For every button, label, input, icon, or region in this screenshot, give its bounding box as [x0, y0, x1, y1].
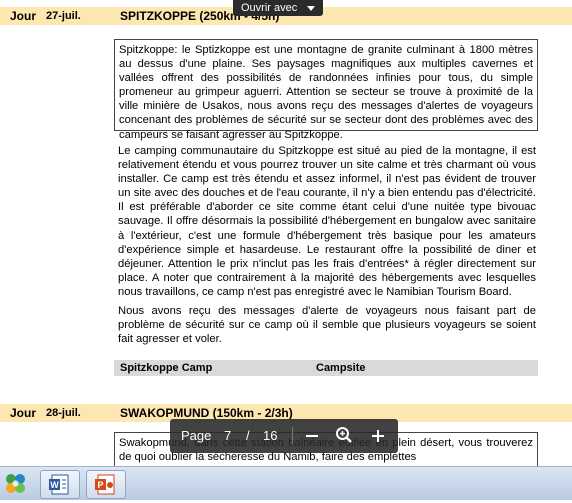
day-label: Jour	[10, 9, 37, 23]
warning-text: Spitzkoppe: le Sptizkoppe est une montag…	[119, 44, 533, 141]
open-with-label: Ouvrir avec	[241, 2, 298, 14]
camp-name: Spitzkoppe Camp	[120, 362, 213, 374]
security-note: Nous avons reçu des messages d'alerte de…	[118, 305, 536, 346]
windows-live-icon[interactable]	[0, 469, 32, 498]
svg-text:P: P	[97, 480, 103, 490]
day-date: 27-juil.	[46, 10, 81, 22]
divider	[292, 427, 293, 445]
zoom-out-icon[interactable]	[304, 428, 320, 444]
open-with-button[interactable]: Ouvrir avec	[233, 0, 323, 16]
taskbar: W P	[0, 466, 572, 500]
day-date: 28-juil.	[46, 407, 81, 419]
day-label: Jour	[10, 406, 37, 420]
document-viewer[interactable]: Jour 27-juil. SPITZKOPPE (250km - 4/5h) …	[0, 0, 572, 466]
camp-type: Campsite	[316, 362, 366, 374]
camp-description: Le camping communautaire du Spitzkoppe e…	[118, 145, 536, 298]
word-icon: W	[49, 474, 69, 495]
chevron-down-icon	[307, 6, 315, 11]
total-pages: 16	[263, 428, 278, 443]
word-taskbar-button[interactable]: W	[40, 470, 80, 499]
svg-text:W: W	[50, 480, 59, 490]
zoom-icon[interactable]	[335, 426, 353, 444]
zoom-in-icon[interactable]	[370, 428, 386, 444]
current-page-input[interactable]: 7	[224, 428, 231, 444]
powerpoint-icon: P	[95, 474, 115, 495]
page-navigation-bar: Page 7 / 16	[170, 419, 398, 453]
accommodation-row: Spitzkoppe Camp Campsite	[114, 360, 538, 376]
warning-box: Spitzkoppe: le Sptizkoppe est une montag…	[114, 39, 538, 141]
page-separator: /	[246, 428, 250, 443]
page-label: Page	[181, 428, 212, 443]
powerpoint-taskbar-button[interactable]: P	[86, 470, 126, 499]
